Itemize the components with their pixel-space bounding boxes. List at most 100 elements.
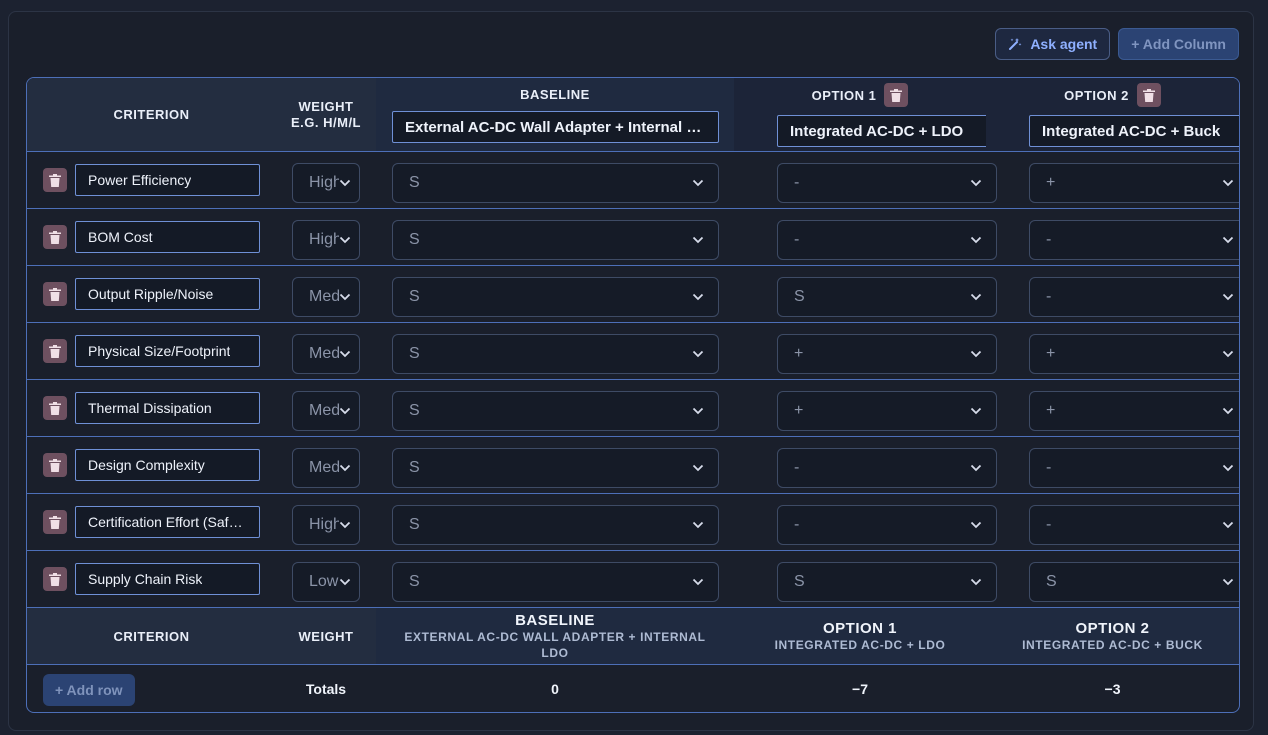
- baseline-cell: S: [376, 266, 734, 322]
- weight-header-line2: E.G. H/M/L: [291, 115, 361, 130]
- option2-name-input[interactable]: Integrated AC-DC + Buck: [1029, 115, 1239, 147]
- weight-select[interactable]: Medium: [292, 334, 360, 374]
- weight-select[interactable]: Medium: [292, 391, 360, 431]
- option1-rating-select[interactable]: -: [777, 220, 997, 260]
- criterion-input[interactable]: Design Complexity: [75, 449, 260, 481]
- weight-cell: Medium: [276, 266, 376, 322]
- delete-row-button[interactable]: [43, 453, 67, 477]
- option2-header-label: OPTION 2: [1064, 87, 1129, 103]
- chevron-down-icon: [339, 578, 351, 586]
- chevron-down-icon: [1222, 578, 1234, 586]
- delete-row-button[interactable]: [43, 567, 67, 591]
- option1-rating-select[interactable]: -: [777, 448, 997, 488]
- delete-row-button[interactable]: [43, 168, 67, 192]
- weight-cell: Medium: [276, 323, 376, 379]
- baseline-rating-select[interactable]: S: [392, 163, 719, 203]
- delete-option2-button[interactable]: [1136, 83, 1161, 107]
- option1-rating-select[interactable]: -: [777, 505, 997, 545]
- option1-header: OPTION 1 Integrated AC-DC + LDO: [734, 78, 997, 151]
- weight-select[interactable]: High: [292, 220, 360, 260]
- summary-header-row: CRITERION WEIGHT BASELINE EXTERNAL AC-DC…: [27, 608, 1239, 665]
- table-row: Supply Chain Risk Low S S S: [27, 551, 1239, 608]
- option2-footer: OPTION 2 INTEGRATED AC-DC + BUCK: [986, 608, 1239, 664]
- criterion-cell: Design Complexity: [27, 437, 276, 493]
- option1-rating-select[interactable]: S: [777, 562, 997, 602]
- baseline-rating-select[interactable]: S: [392, 448, 719, 488]
- option1-rating-select[interactable]: -: [777, 163, 997, 203]
- criterion-input[interactable]: Output Ripple/Noise: [75, 278, 260, 310]
- option2-rating-select[interactable]: S: [1029, 562, 1239, 602]
- chevron-down-icon: [1222, 350, 1234, 358]
- criterion-input[interactable]: Physical Size/Footprint: [75, 335, 260, 367]
- delete-option1-button[interactable]: [884, 83, 909, 107]
- option2-rating-select[interactable]: -: [1029, 277, 1239, 317]
- chevron-down-icon: [970, 464, 982, 472]
- option2-rating-value: +: [1046, 174, 1056, 191]
- baseline-rating-select[interactable]: S: [392, 391, 719, 431]
- weight-cell: Low: [276, 551, 376, 607]
- trash-icon: [49, 458, 61, 472]
- ask-agent-label: Ask agent: [1030, 36, 1098, 52]
- option1-header-top: OPTION 1: [734, 83, 986, 107]
- chevron-down-icon: [339, 179, 351, 187]
- chevron-down-icon: [339, 407, 351, 415]
- delete-row-button[interactable]: [43, 396, 67, 420]
- criterion-input[interactable]: Thermal Dissipation: [75, 392, 260, 424]
- option2-rating-select[interactable]: +: [1029, 163, 1239, 203]
- criterion-input[interactable]: Power Efficiency: [75, 164, 260, 196]
- weight-select[interactable]: Medium: [292, 277, 360, 317]
- weight-select[interactable]: High: [292, 505, 360, 545]
- criterion-input[interactable]: Certification Effort (Safety): [75, 506, 260, 538]
- option1-rating-select[interactable]: +: [777, 391, 997, 431]
- add-row-button[interactable]: + Add row: [43, 674, 135, 706]
- chevron-down-icon: [692, 236, 704, 244]
- add-column-button[interactable]: + Add Column: [1118, 28, 1239, 60]
- option1-header-label: OPTION 1: [811, 87, 877, 103]
- ask-agent-button[interactable]: Ask agent: [995, 28, 1111, 60]
- chevron-down-icon: [692, 293, 704, 301]
- chevron-down-icon: [970, 179, 982, 187]
- baseline-rating-value: S: [409, 288, 420, 305]
- chevron-down-icon: [339, 464, 351, 472]
- option2-rating-select[interactable]: -: [1029, 220, 1239, 260]
- option2-rating-select[interactable]: +: [1029, 391, 1239, 431]
- option2-rating-select[interactable]: -: [1029, 505, 1239, 545]
- delete-row-button[interactable]: [43, 510, 67, 534]
- weight-footer: WEIGHT: [276, 608, 376, 664]
- criterion-input[interactable]: Supply Chain Risk: [75, 563, 260, 595]
- weight-cell: Medium: [276, 437, 376, 493]
- option1-name-input[interactable]: Integrated AC-DC + LDO: [777, 115, 997, 147]
- weight-cell: High: [276, 209, 376, 265]
- baseline-rating-value: S: [409, 231, 420, 248]
- option2-cell: +: [986, 323, 1239, 379]
- baseline-name-input[interactable]: External AC-DC Wall Adapter + Internal L…: [392, 111, 719, 143]
- weight-header-line1: WEIGHT: [298, 99, 354, 114]
- option1-rating-select[interactable]: +: [777, 334, 997, 374]
- option1-rating-select[interactable]: S: [777, 277, 997, 317]
- option2-cell: S: [986, 551, 1239, 607]
- delete-row-button[interactable]: [43, 282, 67, 306]
- chevron-down-icon: [970, 293, 982, 301]
- criterion-input[interactable]: BOM Cost: [75, 221, 260, 253]
- option1-footer-title: OPTION 1: [822, 620, 897, 637]
- baseline-total-cell: 0: [376, 665, 734, 712]
- baseline-rating-select[interactable]: S: [392, 562, 719, 602]
- weight-select[interactable]: Low: [292, 562, 360, 602]
- chevron-down-icon: [339, 350, 351, 358]
- option2-rating-select[interactable]: +: [1029, 334, 1239, 374]
- baseline-rating-select[interactable]: S: [392, 277, 719, 317]
- baseline-rating-select[interactable]: S: [392, 505, 719, 545]
- option1-rating-value: -: [794, 459, 800, 476]
- baseline-rating-select[interactable]: S: [392, 334, 719, 374]
- baseline-rating-select[interactable]: S: [392, 220, 719, 260]
- magic-wand-icon: [1009, 38, 1022, 50]
- option2-rating-select[interactable]: -: [1029, 448, 1239, 488]
- weight-select[interactable]: Medium: [292, 448, 360, 488]
- delete-row-button[interactable]: [43, 339, 67, 363]
- delete-row-button[interactable]: [43, 225, 67, 249]
- option1-cell: -: [734, 209, 997, 265]
- option2-cell: +: [986, 152, 1239, 208]
- trash-icon: [890, 88, 903, 102]
- baseline-rating-value: S: [409, 345, 420, 362]
- weight-select[interactable]: High: [292, 163, 360, 203]
